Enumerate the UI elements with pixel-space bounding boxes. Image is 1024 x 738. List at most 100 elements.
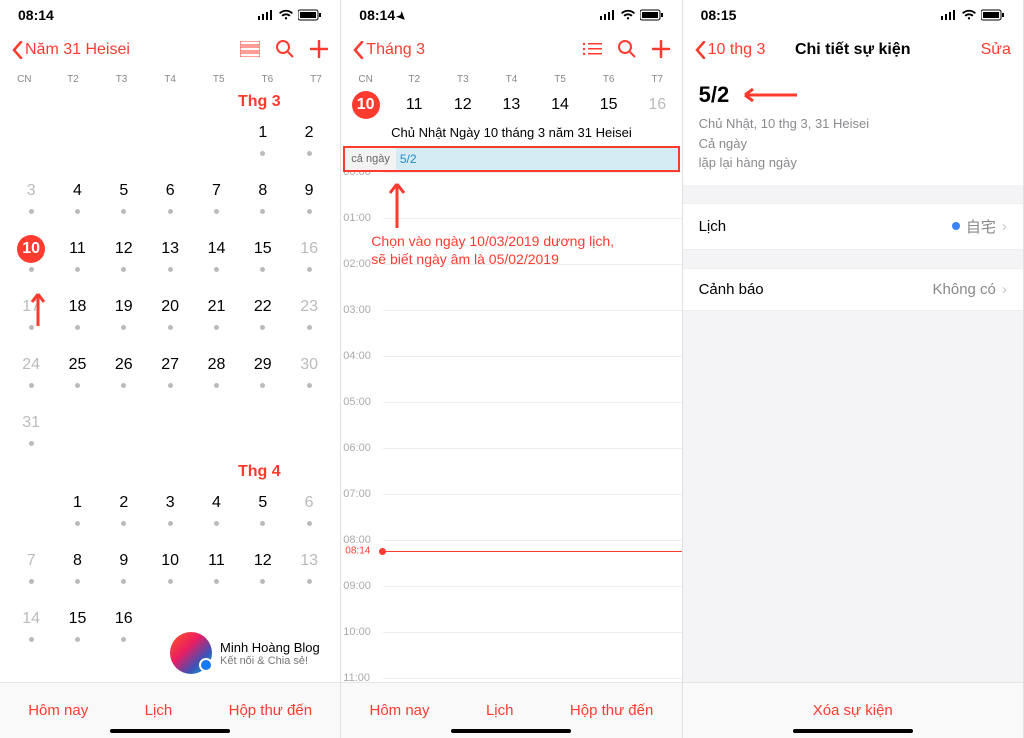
day-cell[interactable]: 1 <box>54 485 100 537</box>
footer-inbox[interactable]: Hộp thư đến <box>570 702 653 719</box>
day-cell[interactable]: 7 <box>8 543 54 595</box>
hour-row[interactable]: 08:00 <box>383 540 681 586</box>
day-cell[interactable]: 3 <box>8 173 54 225</box>
day-cell[interactable] <box>147 405 193 457</box>
day-cell[interactable]: 15 <box>240 231 286 283</box>
day-cell[interactable] <box>54 115 100 167</box>
day-cell[interactable]: 7 <box>193 173 239 225</box>
day-cell[interactable] <box>286 405 332 457</box>
hour-row[interactable]: 02:00 <box>383 264 681 310</box>
day-number[interactable]: 12 <box>449 91 477 119</box>
allday-event-title[interactable]: 5/2 <box>396 152 417 166</box>
day-cell[interactable]: 21 <box>193 289 239 341</box>
search-icon[interactable] <box>276 40 294 61</box>
day-cell[interactable]: 24 <box>8 347 54 399</box>
hour-row[interactable]: 03:00 <box>383 310 681 356</box>
hour-row[interactable]: 04:00 <box>383 356 681 402</box>
day-cell[interactable]: 6 <box>147 173 193 225</box>
april-grid[interactable]: 12345678910111213141516 <box>8 485 332 653</box>
footer-calendars[interactable]: Lịch <box>486 702 514 719</box>
list-view-icon[interactable] <box>240 41 260 60</box>
day-cell[interactable]: 16 <box>101 601 147 653</box>
day-cell[interactable] <box>54 405 100 457</box>
day-cell[interactable]: 30 <box>286 347 332 399</box>
day-cell[interactable] <box>101 405 147 457</box>
day-cell[interactable]: 23 <box>286 289 332 341</box>
footer-inbox[interactable]: Hộp thư đến <box>229 702 312 719</box>
march-grid[interactable]: 1234567891011121314151617181920212223242… <box>8 115 332 457</box>
day-cell[interactable]: 14 <box>8 601 54 653</box>
day-cell[interactable]: 1 <box>240 115 286 167</box>
day-number[interactable]: 10 <box>352 91 380 119</box>
add-icon[interactable] <box>652 40 670 61</box>
row-calendar[interactable]: Lịch 自宅 › <box>683 203 1023 250</box>
day-cell[interactable]: 3 <box>147 485 193 537</box>
day-number[interactable]: 13 <box>497 91 525 119</box>
day-cell[interactable]: 12 <box>101 231 147 283</box>
back-button[interactable]: 10 thg 3 <box>695 41 766 59</box>
day-cell[interactable]: 14 <box>193 231 239 283</box>
day-cell[interactable]: 19 <box>101 289 147 341</box>
day-cell[interactable]: 2 <box>101 485 147 537</box>
day-cell[interactable] <box>8 485 54 537</box>
back-button[interactable]: Năm 31 Heisei <box>12 41 130 59</box>
list-view-icon[interactable] <box>582 42 602 59</box>
day-cell[interactable] <box>240 405 286 457</box>
add-icon[interactable] <box>310 40 328 61</box>
day-cell[interactable]: 5 <box>240 485 286 537</box>
day-number[interactable]: 16 <box>643 91 671 119</box>
day-number[interactable]: 11 <box>400 91 428 119</box>
day-cell[interactable]: 13 <box>286 543 332 595</box>
day-cell[interactable]: 10 <box>147 543 193 595</box>
day-cell[interactable]: 5 <box>101 173 147 225</box>
day-number[interactable]: 15 <box>595 91 623 119</box>
hour-row[interactable]: 09:00 <box>383 586 681 632</box>
row-alert[interactable]: Cảnh báo Không có › <box>683 268 1023 311</box>
day-cell[interactable]: 31 <box>8 405 54 457</box>
day-cell[interactable] <box>193 115 239 167</box>
footer-today[interactable]: Hôm nay <box>370 702 430 719</box>
day-cell[interactable]: 8 <box>54 543 100 595</box>
home-indicator <box>793 729 913 733</box>
day-cell[interactable]: 13 <box>147 231 193 283</box>
footer-today[interactable]: Hôm nay <box>28 702 88 719</box>
day-cell[interactable]: 25 <box>54 347 100 399</box>
day-cell[interactable] <box>193 405 239 457</box>
day-cell[interactable]: 4 <box>54 173 100 225</box>
day-cell[interactable]: 10 <box>8 231 54 283</box>
footer-calendars[interactable]: Lịch <box>145 702 173 719</box>
day-cell[interactable]: 11 <box>193 543 239 595</box>
day-cell[interactable]: 4 <box>193 485 239 537</box>
day-cell[interactable]: 8 <box>240 173 286 225</box>
hour-row[interactable]: 10:00 <box>383 632 681 678</box>
day-cell[interactable]: 27 <box>147 347 193 399</box>
hour-row[interactable]: 00:00 <box>383 172 681 218</box>
day-cell[interactable]: 20 <box>147 289 193 341</box>
day-cell[interactable]: 9 <box>286 173 332 225</box>
day-cell[interactable]: 18 <box>54 289 100 341</box>
day-cell[interactable]: 28 <box>193 347 239 399</box>
day-cell[interactable]: 15 <box>54 601 100 653</box>
hour-row[interactable]: 05:00 <box>383 402 681 448</box>
day-cell[interactable]: 9 <box>101 543 147 595</box>
day-cell[interactable]: 29 <box>240 347 286 399</box>
day-cell[interactable]: 26 <box>101 347 147 399</box>
edit-button[interactable]: Sửa <box>981 41 1011 59</box>
day-number[interactable]: 14 <box>546 91 574 119</box>
day-cell[interactable]: 22 <box>240 289 286 341</box>
day-cell[interactable]: 16 <box>286 231 332 283</box>
day-cell[interactable] <box>8 115 54 167</box>
hour-row[interactable]: 06:00 <box>383 448 681 494</box>
hour-row[interactable]: 07:00 <box>383 494 681 540</box>
day-cell[interactable]: 12 <box>240 543 286 595</box>
back-button[interactable]: Tháng 3 <box>353 41 425 59</box>
delete-event-button[interactable]: Xóa sự kiện <box>813 702 893 719</box>
day-cell[interactable]: 11 <box>54 231 100 283</box>
day-cell[interactable] <box>147 115 193 167</box>
day-cell[interactable]: 2 <box>286 115 332 167</box>
day-cell[interactable]: 6 <box>286 485 332 537</box>
allday-event-row[interactable]: cả ngày 5/2 <box>343 146 679 172</box>
day-date-strip[interactable]: 10 11 12 13 14 15 16 <box>341 87 681 123</box>
search-icon[interactable] <box>618 40 636 61</box>
day-cell[interactable] <box>101 115 147 167</box>
